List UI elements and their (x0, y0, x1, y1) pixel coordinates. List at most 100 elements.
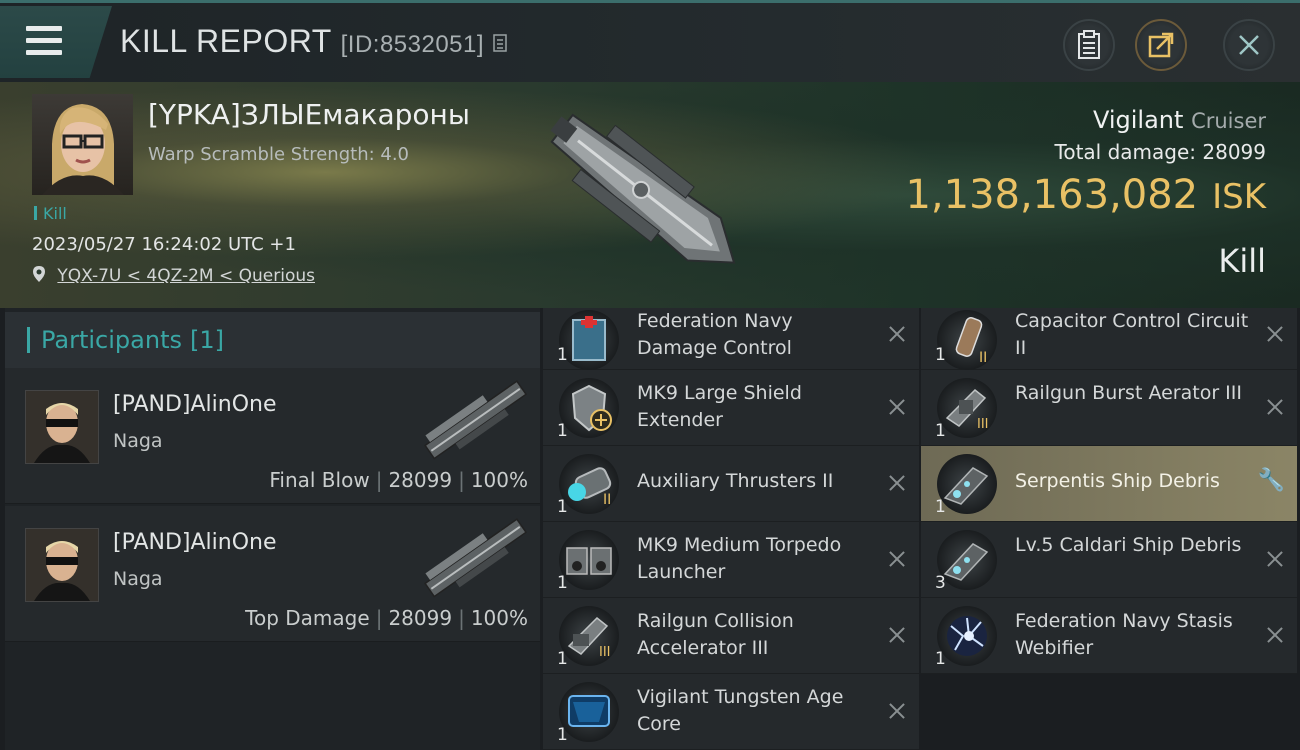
victim-panel: [YPKA]ЗЛЫЕмакароны Warp Scramble Strengt… (0, 82, 1300, 308)
item-name: MK9 Medium Torpedo Launcher (637, 534, 842, 583)
participants-label: Participants (41, 326, 182, 354)
participants-panel: Participants [1] [PAND]AlinOne Naga Fina… (5, 308, 540, 750)
item-row[interactable]: III 1 Railgun Collision Accelerator III (543, 598, 919, 674)
participant-damage: 28099 (388, 468, 453, 492)
isk-value: 1,138,163,082 ISK (905, 172, 1266, 218)
location-link[interactable]: YQX-7U < 4QZ-2M < Querious (57, 266, 315, 286)
item-name: Railgun Collision Accelerator III (637, 610, 794, 659)
svg-text:III: III (977, 417, 989, 432)
item-name: Federation Navy Stasis Webifier (1015, 610, 1233, 659)
victim-portrait[interactable] (32, 94, 133, 195)
report-id: [ID:8532051] (340, 31, 485, 58)
item-row[interactable]: 3 Lv.5 Caldari Ship Debris (921, 522, 1297, 598)
menu-button[interactable] (0, 6, 112, 78)
participant-avatar (25, 390, 99, 464)
kill-datetime: 2023/05/27 16:24:02 UTC +1 (32, 234, 296, 255)
damage-control-icon (559, 310, 619, 370)
separator: | (458, 606, 465, 630)
participant-ship: Naga (113, 568, 163, 590)
participant-role: Final Blow (269, 468, 370, 492)
participant-damage: 28099 (388, 606, 453, 630)
item-quantity: 1 (557, 421, 568, 441)
item-name: Capacitor Control Circuit II (1015, 310, 1249, 359)
total-damage-value: 28099 (1202, 140, 1266, 164)
warp-scramble-strength: Warp Scramble Strength: 4.0 (148, 144, 410, 165)
participant-avatar (25, 528, 99, 602)
isk-unit: ISK (1212, 177, 1266, 217)
destroyed-x-icon (887, 473, 907, 493)
kill-tag: Kill (34, 204, 67, 223)
participants-count: [1] (189, 326, 224, 354)
ship-debris-icon (937, 454, 997, 514)
participant-percent: 100% (470, 606, 528, 630)
item-name: MK9 Large Shield Extender (637, 382, 802, 431)
participant-ship-image (424, 380, 528, 460)
participants-header[interactable]: Participants [1] (5, 312, 540, 368)
item-row-dropped[interactable]: 1 Serpentis Ship Debris 🔧 (921, 446, 1297, 522)
thrusters-icon: II (559, 454, 619, 514)
destroyed-x-icon (887, 549, 907, 569)
item-row[interactable]: II 1 Capacitor Control Circuit II (921, 308, 1297, 370)
item-name: Railgun Burst Aerator III (1015, 382, 1242, 404)
item-quantity: 1 (557, 649, 568, 669)
item-row[interactable]: 1 MK9 Large Shield Extender (543, 370, 919, 446)
victim-ship-image (550, 113, 736, 264)
kill-location[interactable]: YQX-7U < 4QZ-2M < Querious (32, 265, 315, 286)
ship-class: Cruiser (1191, 109, 1266, 133)
participant-name: [PAND]AlinOne (113, 392, 277, 417)
victim-ship[interactable]: Vigilant Cruiser (1093, 106, 1266, 134)
item-row[interactable]: II 1 Auxiliary Thrusters II (543, 446, 919, 522)
participant-stats: Final Blow | 28099 | 100% (269, 468, 528, 492)
participant-card[interactable]: [PAND]AlinOne Naga Top Damage | 28099 | 100% (5, 506, 540, 642)
participant-role: Top Damage (245, 606, 370, 630)
separator: | (375, 468, 383, 492)
item-name: Federation Navy Damage Control (637, 310, 793, 359)
location-pin-icon (33, 266, 45, 282)
ship-debris-icon (937, 530, 997, 590)
railgun-accelerator-icon: III (559, 606, 619, 666)
item-row[interactable]: 1 Federation Navy Stasis Webifier (921, 598, 1297, 674)
destroyed-x-icon (887, 625, 907, 645)
isk-amount: 1,138,163,082 (905, 172, 1199, 218)
destroyed-x-icon (887, 701, 907, 721)
age-core-icon (559, 682, 619, 742)
item-name: Vigilant Tungsten Age Core (637, 686, 844, 735)
item-quantity: 1 (935, 649, 946, 669)
item-quantity: 1 (557, 497, 568, 517)
separator: | (375, 606, 383, 630)
participant-percent: 100% (470, 468, 528, 492)
copy-id-icon[interactable] (493, 34, 509, 54)
participant-name: [PAND]AlinOne (113, 530, 277, 555)
wrench-icon[interactable]: 🔧 (1258, 468, 1285, 493)
share-icon (1148, 32, 1174, 58)
item-name: Auxiliary Thrusters II (637, 470, 834, 492)
victim-pilot-name[interactable]: [YPKA]ЗЛЫЕмакароны (148, 98, 470, 131)
top-bar: KILL REPORT [ID:8532051] (0, 0, 1300, 82)
svg-text:II: II (979, 350, 987, 366)
shield-extender-icon (559, 378, 619, 438)
item-row[interactable]: 1 Vigilant Tungsten Age Core (543, 674, 919, 750)
destroyed-x-icon (1265, 397, 1285, 417)
clipboard-button[interactable] (1063, 19, 1115, 71)
result-label: Kill (1218, 242, 1266, 280)
destroyed-x-icon (1265, 625, 1285, 645)
participant-card[interactable]: [PAND]AlinOne Naga Final Blow | 28099 | 100% (5, 368, 540, 504)
total-damage-label: Total damage: (1054, 140, 1197, 164)
close-button[interactable] (1223, 19, 1275, 71)
destroyed-x-icon (1265, 549, 1285, 569)
destroyed-x-icon (887, 324, 907, 344)
title-text: KILL REPORT (120, 23, 332, 59)
item-row[interactable]: 1 Federation Navy Damage Control (543, 308, 919, 370)
item-quantity: 1 (557, 345, 568, 365)
item-quantity: 1 (935, 345, 946, 365)
share-button[interactable] (1135, 19, 1187, 71)
participant-ship-image (424, 518, 528, 598)
item-row[interactable]: III 1 Railgun Burst Aerator III (921, 370, 1297, 446)
item-quantity: 1 (935, 497, 946, 517)
item-row[interactable]: 1 MK9 Medium Torpedo Launcher (543, 522, 919, 598)
destroyed-x-icon (887, 397, 907, 417)
clipboard-icon (1078, 30, 1100, 59)
svg-text:II: II (603, 492, 611, 508)
item-name: Lv.5 Caldari Ship Debris (1015, 534, 1242, 556)
torpedo-launcher-icon (559, 530, 619, 590)
